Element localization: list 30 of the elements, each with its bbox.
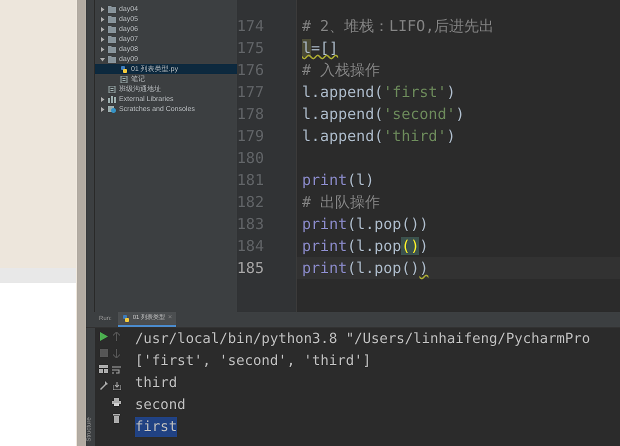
trash-icon[interactable] bbox=[113, 414, 120, 423]
code-line: print(l.pop()) bbox=[302, 259, 428, 277]
code-line: l=[] bbox=[302, 39, 338, 57]
code-line: # 入栈操作 bbox=[302, 61, 380, 79]
file-icon bbox=[108, 86, 116, 92]
python-file-icon bbox=[120, 66, 128, 72]
soft-wrap-icon[interactable] bbox=[112, 366, 121, 374]
file-icon bbox=[120, 76, 128, 82]
pin-icon[interactable] bbox=[100, 381, 108, 390]
run-icon[interactable] bbox=[99, 332, 108, 341]
output-line: /usr/local/bin/python3.8 "/Users/linhaifeng/PycharmPro bbox=[135, 330, 590, 349]
export-icon[interactable] bbox=[112, 382, 120, 390]
python-file-icon bbox=[122, 315, 130, 322]
code-line: l.append('third') bbox=[302, 127, 456, 145]
layout-icon[interactable] bbox=[99, 365, 108, 373]
code-line: print(l) bbox=[302, 171, 374, 189]
collapse-arrow-icon[interactable] bbox=[100, 56, 105, 62]
output-line: second bbox=[135, 396, 186, 415]
code-line: # 2、堆栈：LIFO,后进先出 bbox=[302, 17, 494, 35]
scratch-icon bbox=[108, 106, 116, 112]
code-line: l.append('first') bbox=[302, 83, 456, 101]
output-line: third bbox=[135, 374, 178, 393]
output-line: ['first', 'second', 'third'] bbox=[135, 352, 372, 371]
code-line: print(l.pop()) bbox=[302, 237, 428, 255]
print-icon[interactable] bbox=[112, 398, 121, 406]
line-number: 185 bbox=[236, 258, 264, 279]
code-line: # 出队操作 bbox=[302, 193, 380, 211]
code-line: print(l.pop()) bbox=[302, 215, 428, 233]
library-icon bbox=[108, 96, 116, 102]
code-line: l.append('second') bbox=[302, 105, 465, 123]
